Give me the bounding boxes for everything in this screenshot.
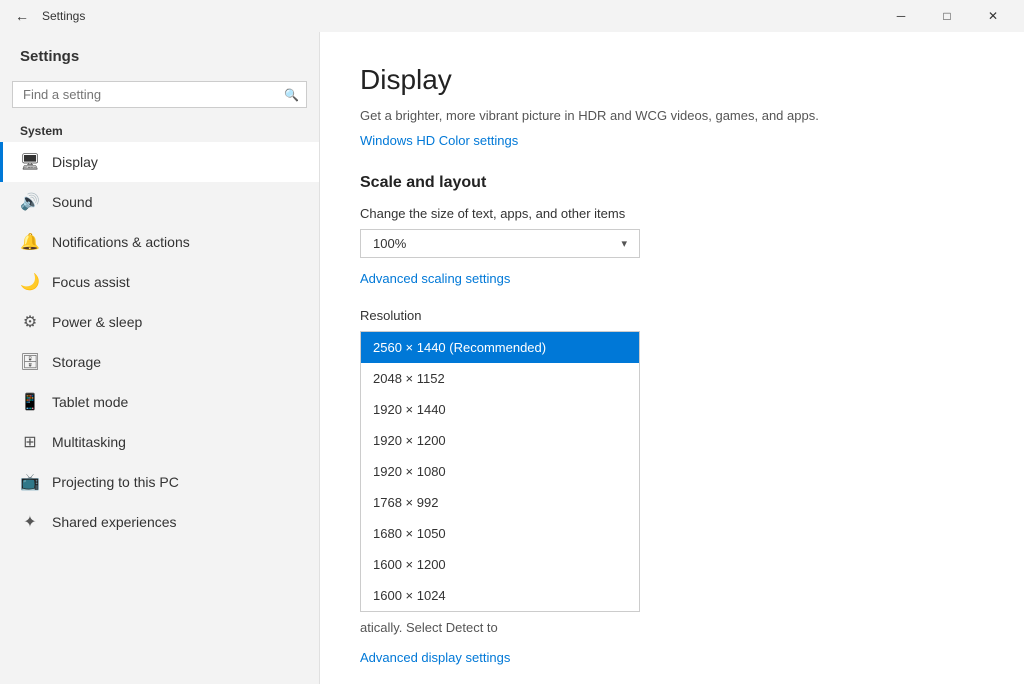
resolution-item-8[interactable]: 1600 × 1024 xyxy=(361,580,639,611)
sidebar-item-tablet[interactable]: 📱 Tablet mode xyxy=(0,382,319,422)
back-button[interactable]: ← xyxy=(8,2,36,30)
shared-icon: ✦ xyxy=(20,512,40,532)
display-icon: 🖥 xyxy=(20,152,40,172)
sidebar-label-shared: Shared experiences xyxy=(52,514,177,530)
scale-dropdown-wrapper: 100% ▾ xyxy=(360,229,640,258)
sidebar: Settings 🔍 System 🖥 Display 🔊 Sound 🔔 No… xyxy=(0,32,320,684)
minimize-button[interactable]: ─ xyxy=(878,0,924,32)
sidebar-label-sound: Sound xyxy=(52,194,92,210)
resolution-item-2[interactable]: 1920 × 1440 xyxy=(361,394,639,425)
sidebar-item-focus[interactable]: 🌙 Focus assist xyxy=(0,262,319,302)
sidebar-label-notifications: Notifications & actions xyxy=(52,234,190,250)
search-box: 🔍 xyxy=(12,81,307,108)
resolution-item-3[interactable]: 1920 × 1200 xyxy=(361,425,639,456)
resolution-item-6[interactable]: 1680 × 1050 xyxy=(361,518,639,549)
resolution-item-1[interactable]: 2048 × 1152 xyxy=(361,363,639,394)
content-area: Display Get a brighter, more vibrant pic… xyxy=(320,32,1024,684)
focus-icon: 🌙 xyxy=(20,272,40,292)
sidebar-header: Settings xyxy=(0,32,319,73)
sidebar-item-display[interactable]: 🖥 Display xyxy=(0,142,319,182)
tablet-icon: 📱 xyxy=(20,392,40,412)
sidebar-item-power[interactable]: ⚙ Power & sleep xyxy=(0,302,319,342)
multitasking-icon: ⊞ xyxy=(20,432,40,452)
search-input[interactable] xyxy=(12,81,307,108)
sidebar-item-shared[interactable]: ✦ Shared experiences xyxy=(0,502,319,542)
nav-list: 🖥 Display 🔊 Sound 🔔 Notifications & acti… xyxy=(0,142,319,542)
scale-dropdown[interactable]: 100% ▾ xyxy=(360,229,640,258)
projecting-icon: 📺 xyxy=(20,472,40,492)
resolution-item-7[interactable]: 1600 × 1200 xyxy=(361,549,639,580)
notifications-icon: 🔔 xyxy=(20,232,40,252)
dropdown-arrow-icon: ▾ xyxy=(621,237,627,250)
resolution-dropdown[interactable]: 2560 × 1440 (Recommended)2048 × 11521920… xyxy=(360,331,640,612)
maximize-button[interactable]: □ xyxy=(924,0,970,32)
sound-icon: 🔊 xyxy=(20,192,40,212)
sidebar-item-multitasking[interactable]: ⊞ Multitasking xyxy=(0,422,319,462)
advanced-display-link-wrapper: Advanced display settings xyxy=(360,649,984,667)
resolution-section-title: Resolution xyxy=(360,308,984,323)
hdr-link[interactable]: Windows HD Color settings xyxy=(360,133,518,148)
titlebar-title: Settings xyxy=(42,9,878,23)
titlebar: ← Settings ─ □ ✕ xyxy=(0,0,1024,32)
sidebar-item-sound[interactable]: 🔊 Sound xyxy=(0,182,319,222)
sidebar-label-display: Display xyxy=(52,154,98,170)
scale-field-label: Change the size of text, apps, and other… xyxy=(360,206,984,221)
scale-value: 100% xyxy=(373,236,406,251)
main-layout: Settings 🔍 System 🖥 Display 🔊 Sound 🔔 No… xyxy=(0,32,1024,684)
resolution-item-5[interactable]: 1768 × 992 xyxy=(361,487,639,518)
sidebar-item-projecting[interactable]: 📺 Projecting to this PC xyxy=(0,462,319,502)
section-label: System xyxy=(0,120,319,142)
sidebar-label-focus: Focus assist xyxy=(52,274,130,290)
window-controls: ─ □ ✕ xyxy=(878,0,1016,32)
resolution-item-4[interactable]: 1920 × 1080 xyxy=(361,456,639,487)
search-icon: 🔍 xyxy=(284,88,299,102)
resolution-item-0[interactable]: 2560 × 1440 (Recommended) xyxy=(361,332,639,363)
partial-description: atically. Select Detect to xyxy=(360,620,984,635)
advanced-scaling-link[interactable]: Advanced scaling settings xyxy=(360,271,510,286)
sidebar-item-notifications[interactable]: 🔔 Notifications & actions xyxy=(0,222,319,262)
sidebar-label-tablet: Tablet mode xyxy=(52,394,128,410)
close-button[interactable]: ✕ xyxy=(970,0,1016,32)
page-title: Display xyxy=(360,64,984,96)
sidebar-label-multitasking: Multitasking xyxy=(52,434,126,450)
page-description: Get a brighter, more vibrant picture in … xyxy=(360,106,984,126)
scale-section-title: Scale and layout xyxy=(360,174,984,192)
sidebar-item-storage[interactable]: 🗄 Storage xyxy=(0,342,319,382)
power-icon: ⚙ xyxy=(20,312,40,332)
sidebar-label-power: Power & sleep xyxy=(52,314,142,330)
advanced-display-link[interactable]: Advanced display settings xyxy=(360,650,510,665)
storage-icon: 🗄 xyxy=(20,352,40,372)
sidebar-label-projecting: Projecting to this PC xyxy=(52,474,179,490)
sidebar-label-storage: Storage xyxy=(52,354,101,370)
app-title: Settings xyxy=(20,48,299,65)
